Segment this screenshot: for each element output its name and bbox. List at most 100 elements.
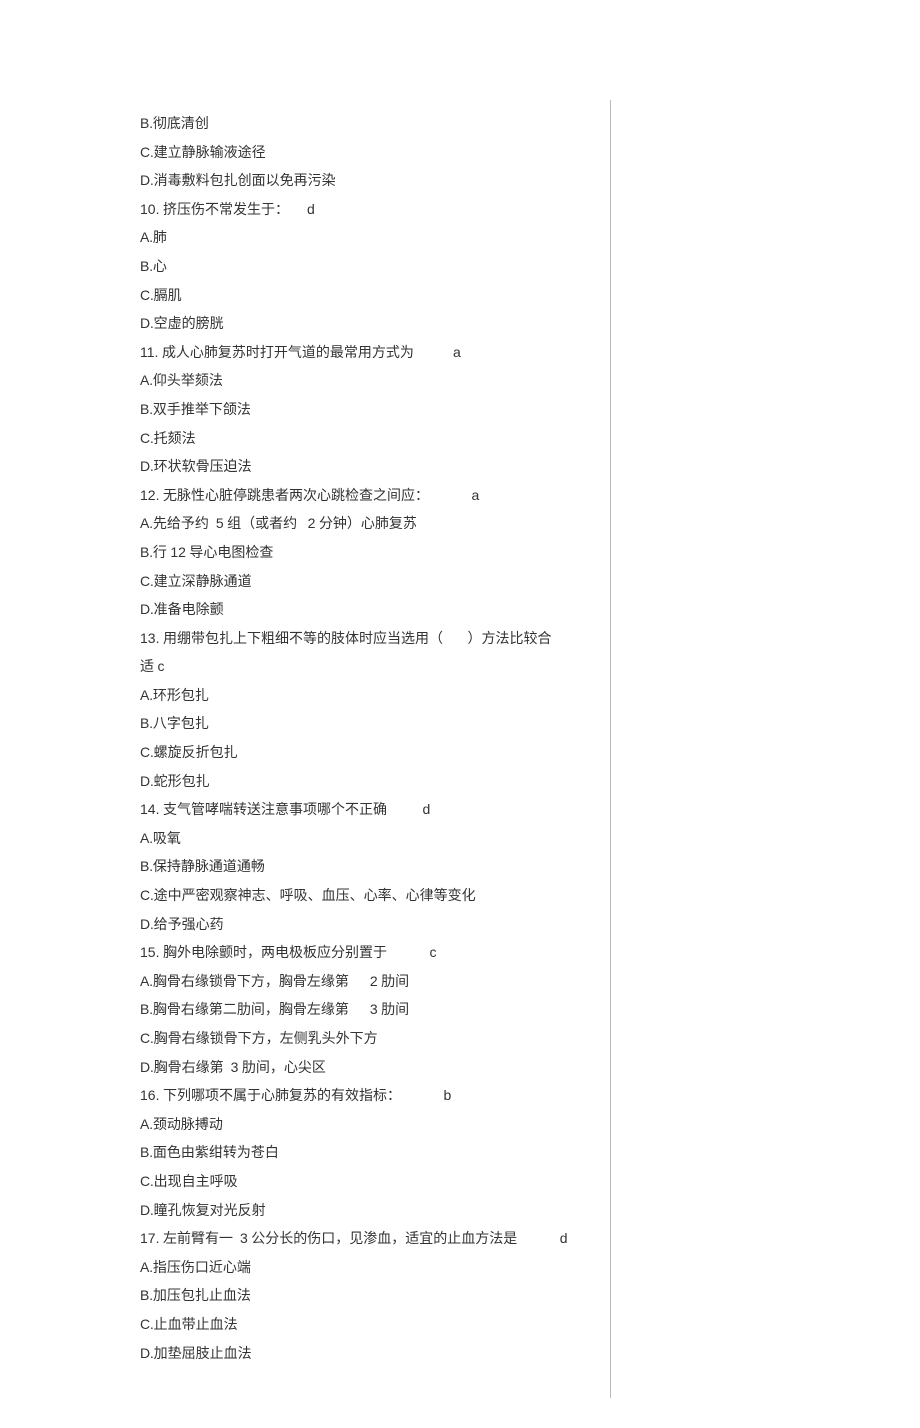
- inline-number: 5: [216, 515, 224, 531]
- answer-letter: b: [425, 1087, 451, 1103]
- text-line: 12. 无脉性心脏停跳患者两次心跳检查之间应： a: [140, 482, 600, 511]
- answer-letter: d: [289, 201, 315, 217]
- text-line: 适 c: [140, 653, 600, 682]
- option-text: .双手推举下颌法: [149, 403, 251, 418]
- text-line: A.肺: [140, 224, 600, 253]
- option-text: .颈动脉搏动: [149, 1118, 223, 1133]
- text-line: D.空虚的膀胱: [140, 310, 600, 339]
- option-letter: A: [140, 515, 149, 531]
- text-line: B.胸骨右缘第二肋间，胸骨左缘第 3 肋间: [140, 996, 600, 1025]
- question-number: 15.: [140, 944, 159, 960]
- option-text: .环形包扎: [149, 689, 209, 704]
- text-fragment: .胸骨右缘第: [150, 1061, 231, 1076]
- text-fragment: 分钟）心肺复苏: [315, 517, 417, 532]
- option-letter: D: [140, 458, 150, 474]
- option-text: .准备电除颤: [150, 603, 224, 618]
- text-line: C.出现自主呼吸: [140, 1168, 600, 1197]
- text-line: D.准备电除颤: [140, 596, 600, 625]
- option-text: .蛇形包扎: [150, 775, 210, 790]
- text-fragment: 组（或者约: [224, 517, 308, 532]
- option-letter: D: [140, 1202, 150, 1218]
- text-fragment: .胸骨右缘锁骨下方，胸骨左缘第: [149, 975, 370, 990]
- option-text: .八字包扎: [149, 717, 209, 732]
- text-line: C.建立深静脉通道: [140, 568, 600, 597]
- option-text: .给予强心药: [150, 918, 224, 933]
- option-letter: A: [140, 372, 149, 388]
- text-fragment: .先给予约: [149, 517, 216, 532]
- text-line: A.胸骨右缘锁骨下方，胸骨左缘第 2 肋间: [140, 968, 600, 997]
- option-text: .止血带止血法: [150, 1318, 238, 1333]
- text-fragment: 导心电图检查: [186, 546, 274, 561]
- text-fragment: 肋间，心尖区: [238, 1061, 326, 1076]
- option-text: .途中严密观察神志、呼吸、血压、心率、心律等变化: [150, 889, 476, 904]
- option-letter: B: [140, 544, 149, 560]
- document-content: B.彻底清创C.建立静脉输液途径D.消毒敷料包扎创面以免再污染10. 挤压伤不常…: [140, 110, 600, 1368]
- answer-letter: d: [404, 801, 430, 817]
- option-letter: B: [140, 1001, 149, 1017]
- continuation-text: 适: [140, 660, 158, 675]
- text-line: B.彻底清创: [140, 110, 600, 139]
- text-fragment: 左前臂有一: [159, 1232, 240, 1247]
- option-text: .环状软骨压迫法: [150, 460, 252, 475]
- inline-number: 3: [240, 1230, 248, 1246]
- text-line: 16. 下列哪项不属于心肺复苏的有效指标： b: [140, 1082, 600, 1111]
- option-letter: C: [140, 744, 150, 760]
- question-text: 挤压伤不常发生于：: [159, 203, 289, 218]
- vertical-divider: [610, 100, 611, 1398]
- text-line: B.面色由紫绀转为苍白: [140, 1139, 600, 1168]
- text-line: D.胸骨右缘第 3 肋间，心尖区: [140, 1054, 600, 1083]
- option-text: .面色由紫绀转为苍白: [149, 1146, 279, 1161]
- text-line: B.加压包扎止血法: [140, 1282, 600, 1311]
- option-letter: A: [140, 1259, 149, 1275]
- option-letter: C: [140, 430, 150, 446]
- text-line: D.蛇形包扎: [140, 768, 600, 797]
- answer-letter: a: [435, 344, 461, 360]
- option-letter: D: [140, 1059, 150, 1075]
- text-line: C.膈肌: [140, 282, 600, 311]
- option-letter: D: [140, 315, 150, 331]
- answer-letter: a: [453, 487, 479, 503]
- option-text: .空虚的膀胱: [150, 317, 224, 332]
- question-number: 17.: [140, 1230, 159, 1246]
- option-letter: B: [140, 401, 149, 417]
- question-number: 13.: [140, 630, 159, 646]
- question-number: 16.: [140, 1087, 159, 1103]
- text-line: A.吸氧: [140, 825, 600, 854]
- option-text: .保持静脉通道通畅: [149, 860, 265, 875]
- text-line: 13. 用绷带包扎上下粗细不等的肢体时应当选用（ ）方法比较合: [140, 625, 600, 654]
- answer-letter: c: [158, 658, 165, 674]
- text-fragment: 肋间: [378, 975, 410, 990]
- question-text: 支气管哮喘转送注意事项哪个不正确: [159, 803, 404, 818]
- option-text: .建立静脉输液途径: [150, 146, 266, 161]
- question-text: 成人心肺复苏时打开气道的最常用方式为: [158, 346, 435, 361]
- option-letter: C: [140, 144, 150, 160]
- option-text: .消毒敷料包扎创面以免再污染: [150, 174, 336, 189]
- text-line: D.加垫屈肢止血法: [140, 1340, 600, 1369]
- option-text: .肺: [149, 231, 167, 246]
- option-letter: B: [140, 115, 149, 131]
- option-text: .出现自主呼吸: [150, 1175, 238, 1190]
- option-letter: D: [140, 601, 150, 617]
- text-line: C.螺旋反折包扎: [140, 739, 600, 768]
- option-letter: A: [140, 687, 149, 703]
- option-text: .托颏法: [150, 432, 196, 447]
- text-fragment: 肋间: [378, 1003, 410, 1018]
- option-letter: C: [140, 1173, 150, 1189]
- option-text: .胸骨右缘锁骨下方，左侧乳头外下方: [150, 1032, 378, 1047]
- option-letter: D: [140, 916, 150, 932]
- option-text: .彻底清创: [149, 117, 209, 132]
- option-text: .指压伤口近心端: [149, 1261, 251, 1276]
- document-page: B.彻底清创C.建立静脉输液途径D.消毒敷料包扎创面以免再污染10. 挤压伤不常…: [0, 0, 920, 1428]
- inline-number: 2: [370, 973, 378, 989]
- text-line: A.指压伤口近心端: [140, 1254, 600, 1283]
- option-letter: C: [140, 573, 150, 589]
- text-fragment: 公分长的伤口，见渗血，适宜的止血方法是: [248, 1232, 542, 1247]
- text-line: 14. 支气管哮喘转送注意事项哪个不正确 d: [140, 796, 600, 825]
- option-letter: B: [140, 1144, 149, 1160]
- question-text: 胸外电除颤时，两电极板应分别置于: [159, 946, 411, 961]
- option-letter: B: [140, 858, 149, 874]
- question-number: 10.: [140, 201, 159, 217]
- text-line: D.环状软骨压迫法: [140, 453, 600, 482]
- option-letter: D: [140, 1345, 150, 1361]
- inline-number: 3: [370, 1001, 378, 1017]
